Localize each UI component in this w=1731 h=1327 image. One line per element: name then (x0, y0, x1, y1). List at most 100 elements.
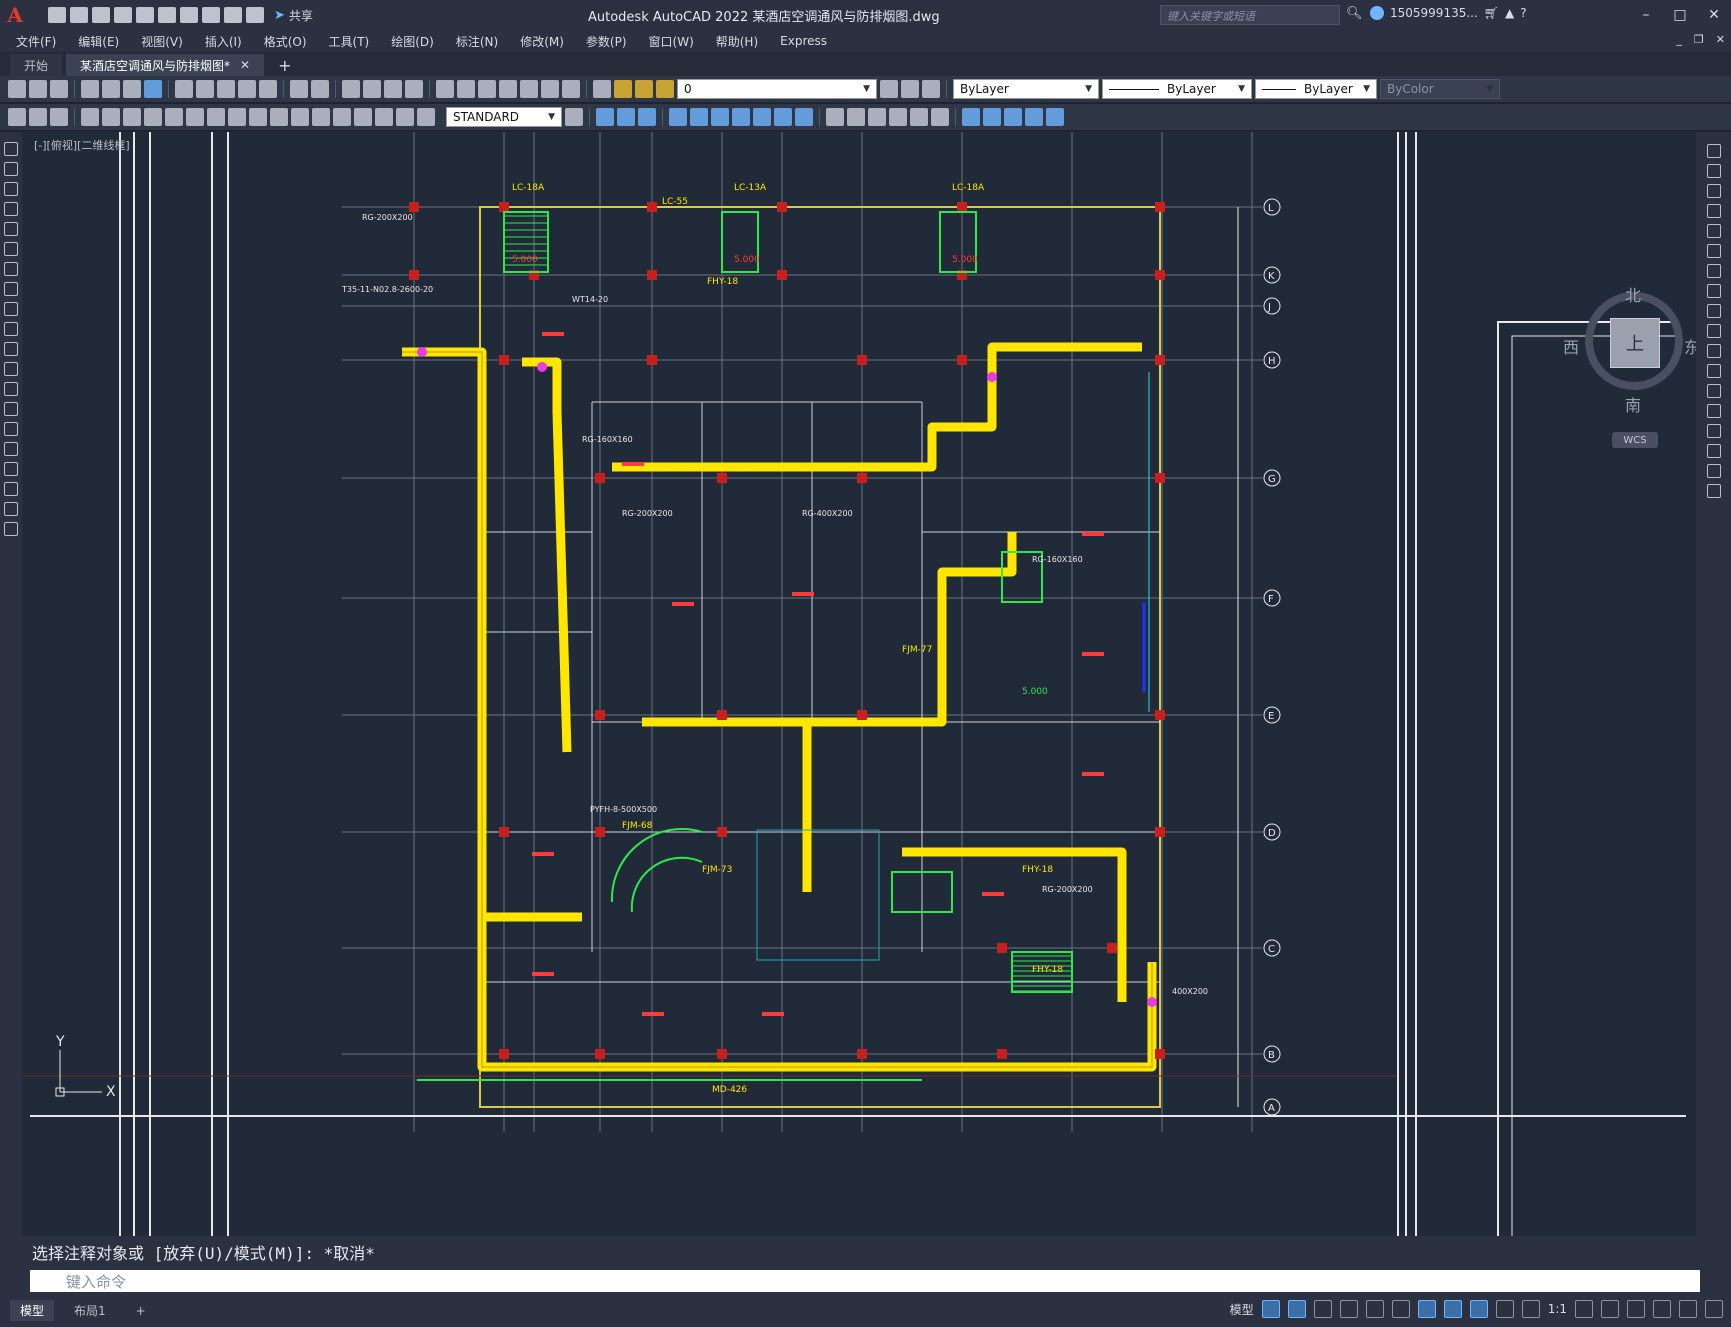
menu-window[interactable]: 窗口(W) (649, 33, 694, 50)
stretch-icon[interactable] (711, 108, 729, 126)
dimension-text-edit-icon[interactable] (396, 108, 414, 126)
layer-lock-icon[interactable] (656, 80, 674, 98)
ellipse-arc-icon[interactable] (4, 342, 18, 356)
open-web-icon[interactable] (136, 7, 154, 23)
redo-icon[interactable] (311, 80, 329, 98)
save-as-icon[interactable] (114, 7, 132, 23)
dimension-arc-icon[interactable] (50, 108, 68, 126)
draw-order-back-icon[interactable] (617, 108, 635, 126)
menu-insert[interactable]: 插入(I) (205, 33, 242, 50)
menu-format[interactable]: 格式(O) (264, 33, 307, 50)
menu-modify[interactable]: 修改(M) (520, 33, 564, 50)
design-center-icon[interactable] (457, 80, 475, 98)
layer-properties-icon[interactable] (593, 80, 611, 98)
cart-icon[interactable]: 🛒︎ (1484, 6, 1499, 20)
rectangle-icon[interactable] (4, 222, 18, 236)
construction-line-icon[interactable] (4, 162, 18, 176)
preview-icon[interactable] (102, 80, 120, 98)
gradient-icon[interactable] (4, 442, 18, 456)
plot-icon[interactable] (81, 80, 99, 98)
dimension-baseline-icon[interactable] (207, 108, 225, 126)
viewcube-top-face[interactable]: 上 (1610, 318, 1660, 368)
viewcube[interactable]: 上 北 南 东 西 WCS (1559, 282, 1696, 448)
isodraft-icon[interactable] (1365, 1300, 1384, 1318)
new-tab-button[interactable]: + (268, 54, 301, 76)
lineweight-icon[interactable] (1443, 1300, 1462, 1318)
draw-order-above-icon[interactable] (638, 108, 656, 126)
ellipse-icon[interactable] (4, 322, 18, 336)
tolerance-icon[interactable] (291, 108, 309, 126)
rotate-icon[interactable] (732, 108, 750, 126)
insert-block-icon[interactable] (4, 362, 18, 376)
menu-file[interactable]: 文件(F) (16, 33, 56, 50)
table-icon[interactable] (4, 482, 18, 496)
hatch-icon[interactable] (4, 422, 18, 436)
customization-icon[interactable] (1705, 1300, 1723, 1318)
save-web-icon[interactable] (158, 7, 176, 23)
markup-icon[interactable] (520, 80, 538, 98)
blend-curves-icon[interactable] (1706, 464, 1721, 478)
search-input[interactable]: 键入关键字或短语 (1160, 5, 1340, 25)
create-block-icon[interactable] (983, 108, 1001, 126)
draw-order-front-icon[interactable] (596, 108, 614, 126)
dimension-style-dropdown[interactable]: STANDARD ▼ (446, 107, 562, 127)
attribute-icon[interactable] (1004, 108, 1022, 126)
menu-draw[interactable]: 绘图(D) (391, 33, 434, 50)
publish-icon[interactable] (123, 80, 141, 98)
copy-icon[interactable] (196, 80, 214, 98)
model-space-viewport[interactable]: [-][俯视][二维线框] L K J H G F E D C B A LC-18A LC-13A LC-… (22, 132, 1696, 1236)
search-icon[interactable]: 🔍︎ (1346, 6, 1363, 22)
layer-dropdown[interactable]: 0 ▼ (677, 79, 877, 99)
selection-cycling-icon[interactable] (1469, 1300, 1488, 1318)
save-icon[interactable] (92, 7, 110, 23)
open-icon[interactable] (29, 80, 47, 98)
trim-icon[interactable] (868, 108, 886, 126)
plus-icon[interactable] (1601, 1300, 1619, 1318)
command-input[interactable]: 键入命令 (30, 1270, 1700, 1292)
dimension-aligned-icon[interactable] (29, 108, 47, 126)
tab-model[interactable]: 模型 (10, 1300, 55, 1321)
dimension-edit-icon[interactable] (375, 108, 393, 126)
compass-west[interactable]: 西 (1563, 334, 1579, 358)
chamfer-icon[interactable] (931, 108, 949, 126)
explode-icon[interactable] (847, 108, 865, 126)
extend-icon[interactable] (889, 108, 907, 126)
lineweight-dropdown[interactable]: ByLayer ▼ (1255, 79, 1377, 99)
viewport-controls[interactable]: [-][俯视][二维线框] (34, 137, 130, 153)
dimension-radius-icon[interactable] (102, 108, 120, 126)
layer-sun-icon[interactable] (635, 80, 653, 98)
polyline-icon[interactable] (4, 182, 18, 196)
dimension-angular-icon[interactable] (165, 108, 183, 126)
doc-restore-icon[interactable]: ❐ (1694, 33, 1704, 46)
clean-screen-icon[interactable] (1679, 1300, 1697, 1318)
close-button[interactable]: ✕ (1697, 0, 1731, 30)
help-icon[interactable] (562, 80, 580, 98)
arc-icon[interactable] (4, 242, 18, 256)
undo-icon[interactable] (202, 7, 220, 23)
stretch-icon[interactable] (1706, 304, 1721, 318)
gear-icon[interactable] (1575, 1300, 1593, 1318)
undo-icon[interactable] (290, 80, 308, 98)
chamfer-icon[interactable] (1706, 424, 1721, 438)
explode-icon[interactable] (1706, 484, 1721, 498)
array-icon[interactable] (795, 108, 813, 126)
dimension-update-icon[interactable] (417, 108, 435, 126)
color-dropdown[interactable]: ByLayer ▼ (953, 79, 1099, 99)
object-snap-tracking-icon[interactable] (1391, 1300, 1410, 1318)
properties-icon[interactable] (436, 80, 454, 98)
compass-east[interactable]: 东 (1684, 334, 1696, 358)
redo-icon[interactable] (224, 7, 242, 23)
paste-icon[interactable] (217, 80, 235, 98)
rotate-icon[interactable] (1706, 264, 1721, 278)
break-icon[interactable] (1706, 384, 1721, 398)
menu-view[interactable]: 视图(V) (141, 33, 183, 50)
match-properties-icon[interactable] (238, 80, 256, 98)
circle-icon[interactable] (4, 262, 18, 276)
block-editor-icon[interactable] (259, 80, 277, 98)
polar-icon[interactable] (1339, 1300, 1358, 1318)
doc-close-icon[interactable]: ✕ (1716, 33, 1725, 46)
autocad-logo-icon[interactable]: A (0, 0, 30, 30)
dimension-continue-icon[interactable] (228, 108, 246, 126)
line-icon[interactable] (4, 142, 18, 156)
move-icon[interactable] (1706, 244, 1721, 258)
